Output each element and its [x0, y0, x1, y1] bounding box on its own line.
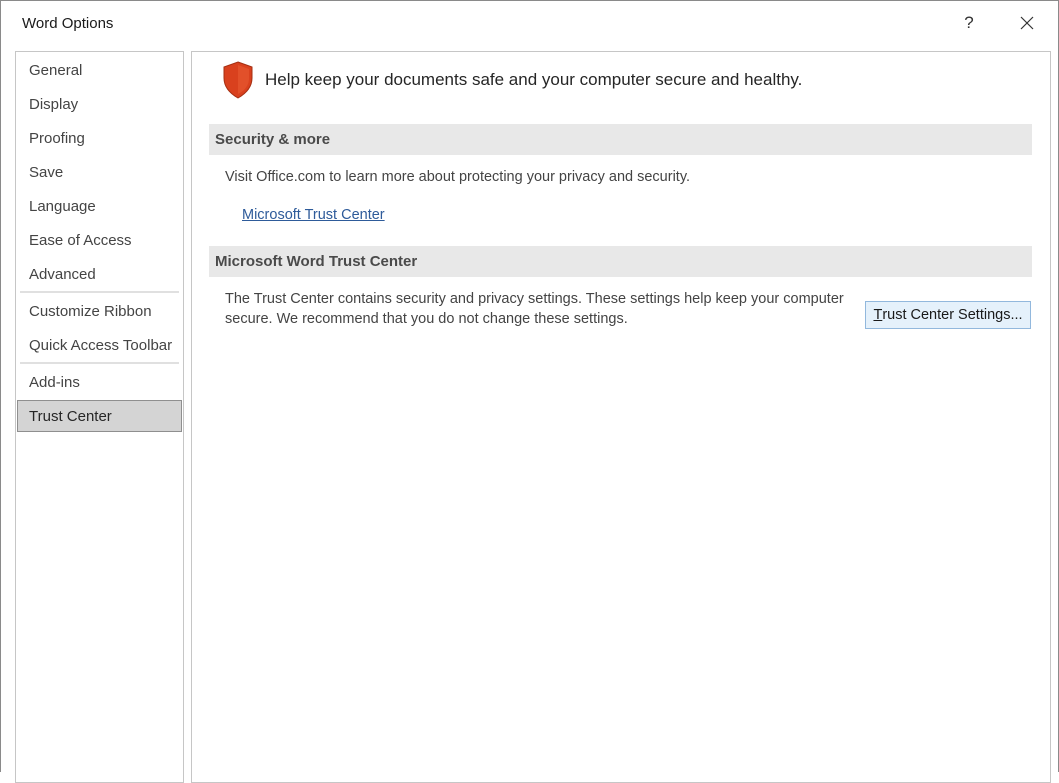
window-border-left: [0, 0, 1, 772]
options-sidebar: General Display Proofing Save Language E…: [15, 51, 184, 783]
title-bar[interactable]: Word Options ?: [1, 1, 1058, 45]
sidebar-item-label: Advanced: [29, 265, 96, 283]
sidebar-item-trust-center[interactable]: Trust Center: [17, 400, 182, 432]
sidebar-item-label: Display: [29, 95, 79, 113]
sidebar-item-label: Save: [29, 163, 64, 181]
button-label: rust Center Settings...: [882, 307, 1023, 323]
sidebar-item-label: Customize Ribbon: [29, 302, 152, 320]
word-options-dialog: Word Options ? General Display Proofing …: [0, 0, 1059, 783]
window-title: Word Options: [22, 15, 114, 32]
sidebar-item-add-ins[interactable]: Add-ins: [16, 366, 183, 398]
sidebar-item-quick-access-toolbar[interactable]: Quick Access Toolbar: [16, 329, 183, 361]
sidebar-item-label: General: [29, 61, 83, 79]
trust-center-description-line1: The Trust Center contains security and p…: [225, 291, 844, 307]
close-button[interactable]: [1007, 7, 1047, 39]
sidebar-item-language[interactable]: Language: [16, 190, 183, 222]
security-section-header: Security & more: [209, 124, 1032, 155]
close-icon: [1020, 16, 1034, 30]
sidebar-item-label: Quick Access Toolbar: [29, 336, 173, 354]
trust-center-settings-button[interactable]: Trust Center Settings...: [865, 301, 1031, 329]
trust-center-panel: Help keep your documents safe and your c…: [191, 51, 1051, 783]
button-access-key: T: [873, 307, 883, 323]
sidebar-item-label: Ease of Access: [29, 231, 132, 249]
question-mark-icon: ?: [964, 13, 974, 32]
sidebar-item-customize-ribbon[interactable]: Customize Ribbon: [16, 295, 183, 327]
sidebar-item-display[interactable]: Display: [16, 88, 183, 120]
sidebar-item-label: Proofing: [29, 129, 85, 147]
sidebar-divider: [20, 362, 179, 364]
sidebar-item-general[interactable]: General: [16, 54, 183, 86]
sidebar-divider: [20, 291, 179, 293]
security-description: Visit Office.com to learn more about pro…: [225, 169, 691, 185]
sidebar-item-label: Add-ins: [29, 373, 80, 391]
sidebar-item-label: Trust Center: [29, 407, 112, 425]
panel-headline: Help keep your documents safe and your c…: [265, 70, 803, 89]
trust-center-section-header: Microsoft Word Trust Center: [209, 246, 1032, 277]
sidebar-item-ease-of-access[interactable]: Ease of Access: [16, 224, 183, 256]
section-header-label: Microsoft Word Trust Center: [215, 253, 418, 270]
sidebar-item-label: Language: [29, 197, 96, 215]
sidebar-item-proofing[interactable]: Proofing: [16, 122, 183, 154]
sidebar-item-advanced[interactable]: Advanced: [16, 258, 183, 290]
trust-center-description-line2: secure. We recommend that you do not cha…: [225, 311, 628, 327]
microsoft-trust-center-link[interactable]: Microsoft Trust Center: [242, 207, 385, 223]
sidebar-item-save[interactable]: Save: [16, 156, 183, 188]
help-button[interactable]: ?: [949, 7, 989, 39]
section-header-label: Security & more: [215, 131, 331, 148]
shield-icon: [220, 60, 256, 105]
